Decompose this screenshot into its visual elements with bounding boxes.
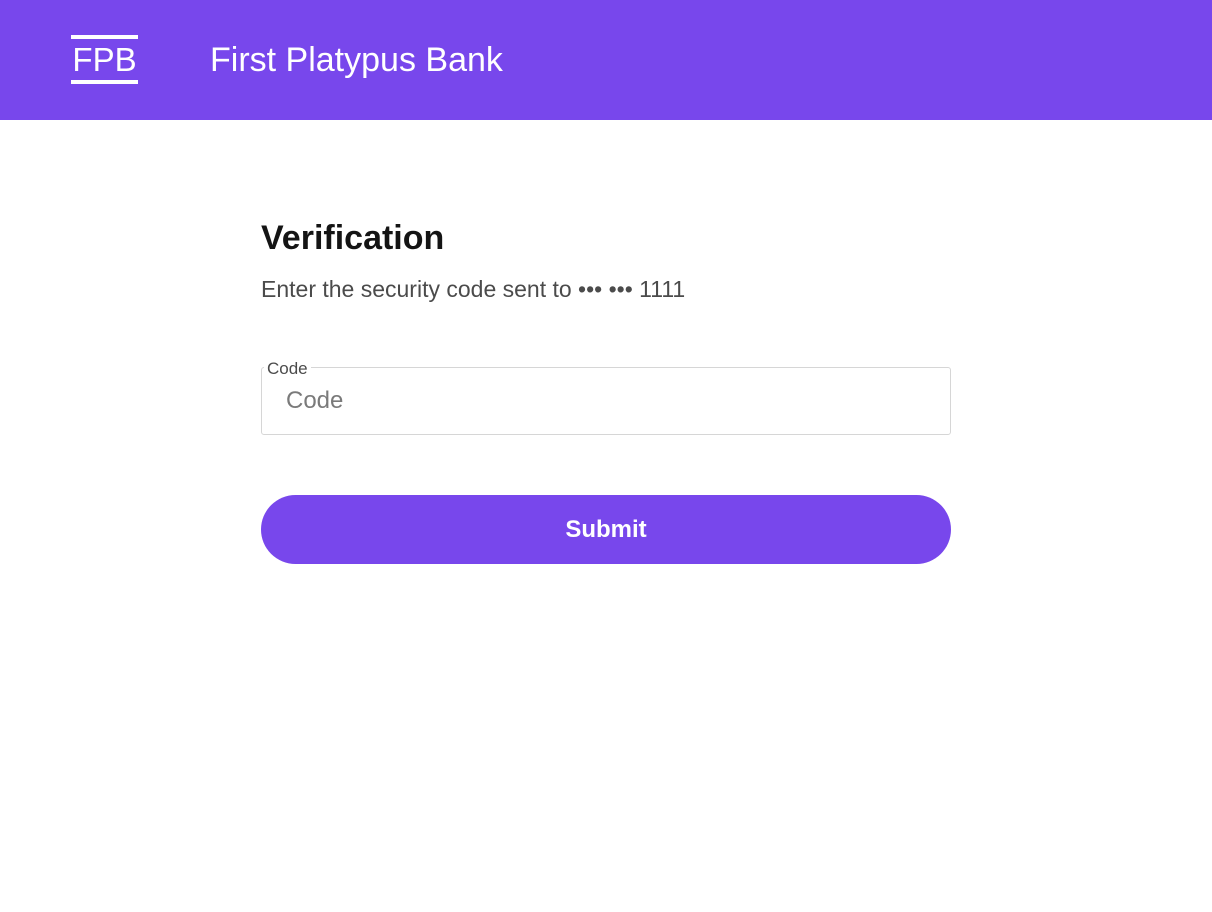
bank-logo[interactable]: FPB	[71, 35, 138, 84]
logo-top-bar	[71, 35, 138, 39]
code-field: Code	[261, 360, 951, 435]
logo-text: FPB	[72, 41, 137, 78]
verification-instructions: Enter the security code sent to ••• ••• …	[261, 276, 686, 302]
code-input[interactable]	[262, 368, 950, 434]
page-title: Verification	[261, 219, 445, 257]
submit-button[interactable]: Submit	[261, 495, 951, 564]
bank-name: First Platypus Bank	[210, 41, 503, 79]
logo-bottom-bar	[71, 80, 138, 84]
site-header: FPB First Platypus Bank	[0, 0, 1212, 120]
